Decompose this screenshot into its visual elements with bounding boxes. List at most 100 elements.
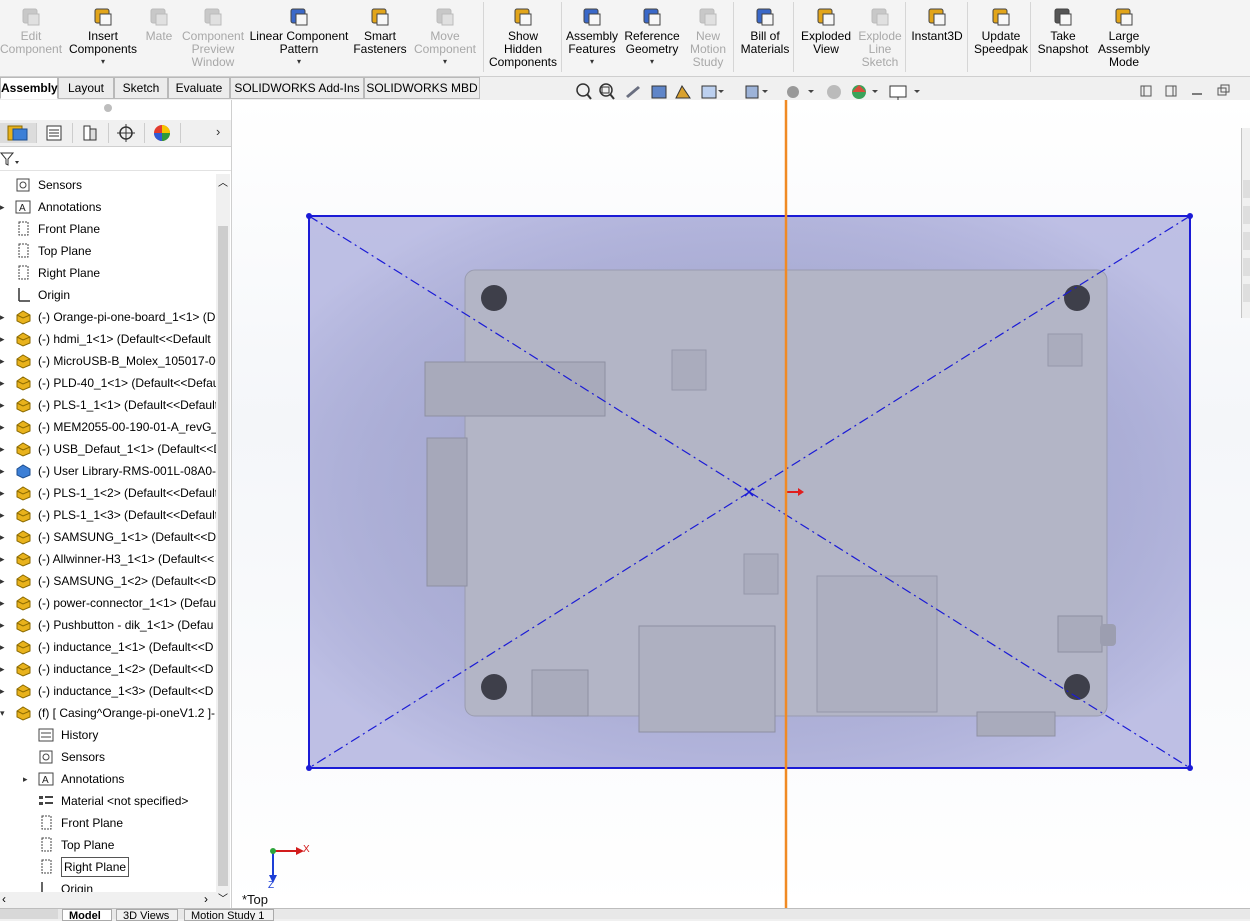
expand-arrow-icon[interactable]: ▸ [0, 460, 8, 482]
snapshot-button[interactable]: Take Snapshot [1034, 0, 1092, 74]
task-pane-tab[interactable] [1243, 258, 1250, 276]
expand-arrow-icon[interactable]: ▸ [0, 350, 8, 372]
display-style-icon[interactable] [745, 85, 768, 99]
tree-item[interactable]: Sensors [0, 174, 216, 196]
speedpak-button[interactable]: Update Speedpak [970, 0, 1032, 74]
tree-item[interactable]: Front Plane [0, 812, 216, 834]
task-pane-tab[interactable] [1243, 180, 1250, 198]
edit-appearance-icon[interactable] [827, 85, 841, 99]
panel-collapse-handle[interactable] [104, 104, 112, 112]
expand-arrow-icon[interactable]: ▸ [23, 768, 31, 790]
sd-card-slot[interactable] [816, 575, 938, 713]
exploded-view-button[interactable]: Exploded View [796, 0, 856, 74]
tree-item[interactable]: Top Plane [0, 240, 216, 262]
insert-components-button[interactable]: Insert Components ▾ [66, 0, 140, 74]
tree-item[interactable]: ▸ (-) Allwinner-H3_1<1> (Default<< [0, 548, 216, 570]
scroll-left-arrow-icon[interactable]: ‹ [2, 892, 6, 906]
tree-item[interactable]: ▾ (f) [ Casing^Orange-pi-oneV1.2 ]- [0, 702, 216, 724]
expand-arrow-icon[interactable]: ▸ [0, 636, 8, 658]
tree-item[interactable]: Material <not specified> [0, 790, 216, 812]
sketch-point[interactable] [1187, 765, 1193, 771]
model-canvas[interactable] [232, 100, 1250, 908]
tree-horizontal-scrollbar[interactable]: ‹ › [0, 892, 216, 908]
configuration-manager-tab[interactable] [72, 123, 109, 143]
sketch-point[interactable] [306, 765, 312, 771]
property-manager-tab[interactable] [36, 123, 73, 143]
tree-item[interactable]: Top Plane [0, 834, 216, 856]
section-view-icon[interactable] [651, 85, 667, 99]
tree-item[interactable]: ▸ (-) inductance_1<2> (Default<<D [0, 658, 216, 680]
show-hidden-button[interactable]: Show Hidden Components [484, 0, 562, 74]
dimxpert-tab[interactable] [108, 123, 145, 143]
feature-manager-tab[interactable] [0, 123, 37, 143]
tree-item[interactable]: ▸ (-) inductance_1<3> (Default<<D [0, 680, 216, 702]
expand-arrow-icon[interactable]: ▸ [0, 526, 8, 548]
linear-pattern-button[interactable]: Linear Component Pattern ▾ [246, 0, 352, 74]
dropdown-arrow-icon[interactable]: ▾ [443, 57, 447, 66]
tree-vertical-scrollbar[interactable]: ︿ ﹀ [216, 174, 230, 908]
expand-arrow-icon[interactable]: ▸ [0, 504, 8, 526]
tile-right-icon[interactable] [1165, 85, 1177, 97]
expand-arrow-icon[interactable]: ▸ [0, 328, 8, 350]
tree-item[interactable]: ▸ (-) SAMSUNG_1<1> (Default<<De [0, 526, 216, 548]
tree-item[interactable]: ▸ (-) power-connector_1<1> (Defau [0, 592, 216, 614]
display-manager-tab[interactable] [144, 123, 181, 143]
scroll-down-arrow-icon[interactable]: ﹀ [218, 890, 228, 905]
scroll-right-arrow-icon[interactable]: › [204, 892, 208, 906]
tree-item[interactable]: History [0, 724, 216, 746]
scroll-up-arrow-icon[interactable]: ︿ [218, 174, 228, 189]
tile-left-icon[interactable] [1140, 85, 1152, 97]
bottom-tab-motion-study-1[interactable]: Motion Study 1 [184, 909, 274, 921]
tab-layout[interactable]: Layout [58, 77, 114, 99]
task-pane-tab[interactable] [1243, 206, 1250, 224]
task-pane-tab[interactable] [1243, 284, 1250, 302]
expand-arrow-icon[interactable]: ▸ [0, 548, 8, 570]
dynamic-annotation-icon[interactable] [675, 85, 691, 99]
restore-icon[interactable] [1217, 84, 1230, 96]
dropdown-arrow-icon[interactable]: ▾ [650, 57, 654, 66]
apply-scene-icon[interactable] [852, 85, 878, 99]
tree-item[interactable]: ▸ (-) MEM2055-00-190-01-A_revG_1 [0, 416, 216, 438]
tree-item[interactable]: ▸ (-) User Library-RMS-001L-08A0-C [0, 460, 216, 482]
tab-sketch[interactable]: Sketch [114, 77, 168, 99]
tree-item[interactable]: ▸ (-) Orange-pi-one-board_1<1> (D [0, 306, 216, 328]
reference-geometry-button[interactable]: Reference Geometry ▾ [622, 0, 682, 74]
tree-item[interactable]: ▸ (-) USB_Defaut_1<1> (Default<<D [0, 438, 216, 460]
bottom-tab-model[interactable]: Model [62, 909, 112, 921]
dropdown-arrow-icon[interactable]: ▾ [590, 57, 594, 66]
tree-item[interactable]: ▸ (-) MicroUSB-B_Molex_105017-000 [0, 350, 216, 372]
tree-item[interactable]: Origin [0, 878, 216, 892]
dropdown-arrow-icon[interactable]: ▾ [297, 57, 301, 66]
sketch-point[interactable] [306, 213, 312, 219]
tree-item[interactable]: ▸ (-) hdmi_1<1> (Default<<Default [0, 328, 216, 350]
tab-solidworks-add-ins[interactable]: SOLIDWORKS Add-Ins [230, 77, 364, 99]
view-settings-icon[interactable] [889, 85, 920, 100]
task-pane-tab[interactable] [1243, 232, 1250, 250]
zoom-to-area-icon[interactable] [599, 83, 615, 100]
expand-arrow-icon[interactable]: ▸ [0, 416, 8, 438]
tree-item[interactable]: ▸ A Annotations [0, 196, 216, 218]
dropdown-arrow-icon[interactable]: ▾ [101, 57, 105, 66]
tree-item[interactable]: ▸ (-) inductance_1<1> (Default<<D [0, 636, 216, 658]
expand-arrow-icon[interactable]: ▸ [0, 658, 8, 680]
usb-connector[interactable] [424, 361, 606, 417]
expand-arrow-icon[interactable]: ▸ [0, 438, 8, 460]
hide-show-items-icon[interactable] [787, 86, 814, 98]
instant3d-button[interactable]: Instant3D [906, 0, 968, 74]
tree-item[interactable]: ▸ A Annotations [0, 768, 216, 790]
tree-item[interactable]: ▸ (-) Pushbutton - dik_1<1> (Defau [0, 614, 216, 636]
tab-assembly[interactable]: Assembly [0, 77, 58, 99]
expand-arrow-icon[interactable]: ▸ [0, 680, 8, 702]
tree-item[interactable]: ▸ (-) PLS-1_1<3> (Default<<Default [0, 504, 216, 526]
expand-arrow-icon[interactable]: ▸ [0, 394, 8, 416]
zoom-to-fit-icon[interactable] [576, 83, 592, 100]
filter-icon[interactable] [0, 151, 22, 167]
bottom-tab-3d-views[interactable]: 3D Views [116, 909, 178, 921]
pushbutton[interactable] [1057, 615, 1103, 653]
tree-item[interactable]: Front Plane [0, 218, 216, 240]
expand-arrow-icon[interactable]: ▸ [0, 614, 8, 636]
tree-item[interactable]: ▸ (-) PLS-1_1<2> (Default<<Default [0, 482, 216, 504]
expand-arrow-icon[interactable]: ▸ [0, 482, 8, 504]
expand-arrow-icon[interactable]: ▸ [0, 570, 8, 592]
smart-fasteners-button[interactable]: Smart Fasteners [353, 0, 407, 74]
